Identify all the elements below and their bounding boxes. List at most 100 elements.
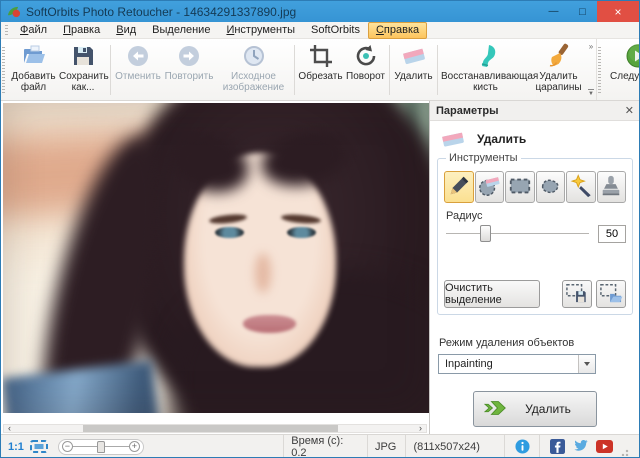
- scrollbar-track[interactable]: [15, 425, 415, 432]
- redo-button[interactable]: Повторить: [163, 41, 215, 99]
- apply-delete-button[interactable]: Удалить: [473, 391, 597, 427]
- scroll-left-icon[interactable]: ‹: [4, 424, 15, 433]
- save-floppy-icon: [70, 43, 96, 69]
- original-image-button[interactable]: Исходное изображение: [215, 41, 292, 99]
- file-format: JPG: [374, 440, 397, 453]
- close-button[interactable]: ×: [597, 1, 639, 22]
- workspace: ‹ › Параметры ✕ Удалить Инструменты Ради…: [1, 101, 639, 434]
- info-icon[interactable]: [515, 439, 530, 454]
- photo-canvas[interactable]: [3, 103, 429, 413]
- healing-brush-button[interactable]: Восстанавливающая кисть: [440, 41, 538, 99]
- menu-edit[interactable]: Правка: [55, 22, 108, 39]
- zoom-out-button[interactable]: −: [61, 441, 73, 452]
- window-controls: — □ ×: [539, 1, 639, 22]
- toolbar-grip[interactable]: [598, 47, 601, 93]
- photo-hair: [256, 124, 354, 194]
- info-cell: [505, 435, 540, 457]
- toolbar-row: Добавить файл Сохранить как... Отменить …: [1, 39, 639, 101]
- slider-thumb[interactable]: [480, 225, 491, 242]
- zoom-slider[interactable]: − +: [57, 438, 144, 455]
- main-toolbar: Добавить файл Сохранить как... Отменить …: [1, 39, 596, 100]
- panel-title: Параметры: [436, 104, 499, 117]
- load-selection-icon: [599, 282, 623, 307]
- photo-background-warm: [3, 126, 231, 218]
- menu-softorbits[interactable]: SoftOrbits: [303, 22, 368, 39]
- toolbar-separator: [110, 45, 111, 95]
- rect-selection-tool-button[interactable]: [505, 171, 535, 203]
- photo-hair: [165, 127, 255, 201]
- eraser-selection-tool-button[interactable]: [474, 171, 504, 203]
- magic-wand-tool-button[interactable]: [566, 171, 596, 203]
- lasso-selection-tool-button[interactable]: [535, 171, 565, 203]
- facebook-icon[interactable]: [550, 439, 565, 454]
- menu-selection[interactable]: Выделение: [144, 22, 218, 39]
- chevron-down-icon: [584, 362, 590, 366]
- horizontal-scrollbar[interactable]: ‹ ›: [3, 424, 427, 433]
- toolbar-overflow-button[interactable]: » ▼: [586, 41, 596, 99]
- scrollbar-thumb[interactable]: [83, 425, 338, 432]
- radius-label: Радиус: [446, 210, 483, 222]
- next-image-button[interactable]: Следующая: [605, 41, 639, 99]
- mode-label: Режим удаления объектов: [439, 337, 575, 349]
- toolbar-separator: [389, 45, 390, 95]
- clear-selection-button[interactable]: Очистить выделение: [444, 280, 540, 308]
- healing-brush-icon: [473, 43, 499, 69]
- toolbar-separator: [294, 45, 295, 95]
- selection-buttons-row: Очистить выделение: [444, 280, 626, 308]
- actual-size-button[interactable]: 1:1: [8, 441, 24, 453]
- panel-close-icon[interactable]: ✕: [625, 104, 634, 117]
- menu-help[interactable]: Справка: [367, 21, 428, 39]
- zoom-cell: 1:1 − +: [1, 435, 285, 457]
- toolbar-grip[interactable]: [2, 47, 5, 93]
- radius-slider[interactable]: [444, 224, 591, 243]
- photo-lips: [243, 315, 296, 333]
- photo-hair: [171, 271, 429, 413]
- dropdown-arrow-button[interactable]: [578, 355, 595, 373]
- radius-value-input[interactable]: [598, 224, 626, 243]
- history-clock-icon: [241, 43, 267, 69]
- photo-eye: [287, 227, 316, 238]
- crop-button[interactable]: Обрезать: [297, 41, 344, 99]
- next-toolbar: Следующая » ▼: [596, 39, 639, 100]
- maximize-button[interactable]: □: [568, 1, 597, 22]
- add-file-button[interactable]: Добавить файл: [9, 41, 58, 99]
- slider-groove[interactable]: [446, 233, 589, 234]
- menu-file[interactable]: Файл: [12, 22, 55, 39]
- zoom-in-button[interactable]: +: [128, 441, 140, 452]
- rotate-button[interactable]: Поворот: [344, 41, 387, 99]
- menu-tools[interactable]: Инструменты: [218, 22, 303, 39]
- save-as-button[interactable]: Сохранить как...: [58, 41, 109, 99]
- rotate-icon: [353, 43, 379, 69]
- undo-button[interactable]: Отменить: [113, 41, 163, 99]
- save-selection-button[interactable]: [562, 280, 592, 308]
- scroll-right-icon[interactable]: ›: [415, 424, 426, 433]
- scratch-brush-icon: [546, 43, 572, 69]
- menu-grip[interactable]: [5, 24, 8, 36]
- green-arrows-icon: [483, 397, 510, 422]
- social-cell: [540, 435, 639, 457]
- undo-icon: [125, 43, 151, 69]
- title-bar: SoftOrbits Photo Retoucher - 14634291337…: [1, 1, 639, 22]
- youtube-icon[interactable]: [596, 440, 613, 453]
- load-selection-button[interactable]: [596, 280, 626, 308]
- menu-view[interactable]: Вид: [108, 22, 144, 39]
- delete-tool-button[interactable]: Удалить: [392, 41, 435, 99]
- pencil-tool-button[interactable]: [444, 171, 474, 203]
- stamp-tool-button[interactable]: [596, 171, 626, 203]
- photo-denim-jacket: [3, 360, 161, 413]
- redo-icon: [176, 43, 202, 69]
- dimensions-cell: (811x507x24): [406, 435, 506, 457]
- remove-scratches-button[interactable]: Удалить царапины: [531, 41, 586, 99]
- radius-slider-row: [444, 224, 626, 243]
- current-tool-name: Удалить: [477, 132, 527, 146]
- mode-selected-value: Inpainting: [445, 358, 493, 370]
- zoom-slider-thumb[interactable]: [96, 440, 105, 453]
- next-play-icon: [625, 43, 639, 69]
- panel-body: Удалить Инструменты Радиус 50 Очистить в…: [430, 121, 639, 434]
- stamp-icon: [599, 174, 623, 201]
- resize-grip[interactable]: [621, 447, 630, 456]
- minimize-button[interactable]: —: [539, 1, 568, 22]
- twitter-icon[interactable]: [573, 439, 588, 454]
- fit-to-screen-icon[interactable]: [29, 440, 48, 453]
- mode-dropdown[interactable]: Inpainting: [438, 354, 596, 374]
